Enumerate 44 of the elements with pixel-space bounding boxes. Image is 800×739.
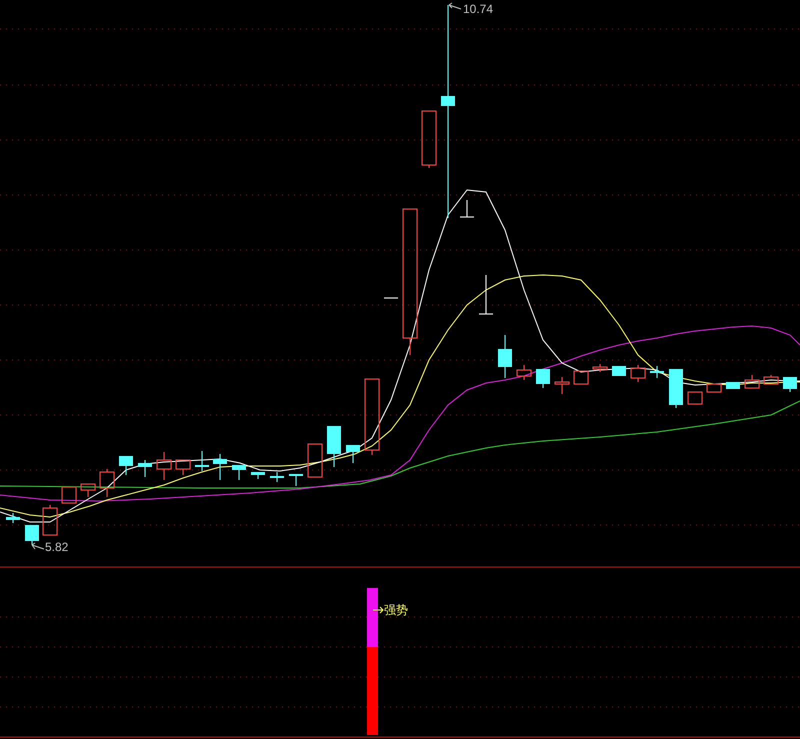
candlestick [744, 374, 760, 388]
candlestick [783, 377, 797, 392]
candlestick [195, 450, 209, 472]
candlestick [100, 468, 114, 498]
candlestick [80, 484, 96, 498]
candlestick [422, 110, 436, 168]
arrow-icon [32, 542, 44, 550]
candlestick [764, 374, 778, 384]
candlestick [612, 366, 626, 376]
candlestick [536, 369, 550, 388]
candlestick [213, 454, 227, 480]
candlestick [289, 474, 303, 486]
candlestick [251, 472, 265, 480]
candlestick [630, 364, 646, 382]
candlestick [42, 504, 58, 536]
candlestick [498, 334, 512, 378]
arrow-icon [372, 606, 384, 614]
candlestick [574, 370, 588, 384]
candlestick [6, 512, 20, 524]
candlestick [308, 444, 322, 478]
candlestick [327, 426, 341, 468]
candlestick [25, 525, 39, 546]
candlestick [119, 456, 133, 476]
signal-label: 强势 [384, 603, 408, 617]
candlestick [726, 382, 740, 389]
candlestick [138, 460, 152, 478]
candlestick [592, 364, 608, 372]
candlestick [156, 452, 172, 480]
candlestick [232, 465, 246, 480]
candlestick [516, 364, 532, 380]
candlestick [706, 384, 722, 392]
candlestick [176, 460, 190, 476]
candlestick [688, 392, 702, 404]
candlestick [650, 366, 664, 378]
candlestick [270, 472, 284, 482]
candlestick [460, 200, 474, 218]
candlestick [554, 376, 570, 394]
candlestick [346, 445, 360, 464]
candlestick [62, 486, 76, 504]
low-price-label: 5.82 [45, 540, 68, 554]
arrow-icon [448, 2, 462, 10]
high-price-label: 10.74 [463, 2, 494, 16]
candlestick [669, 369, 683, 408]
candlestick [478, 274, 494, 314]
